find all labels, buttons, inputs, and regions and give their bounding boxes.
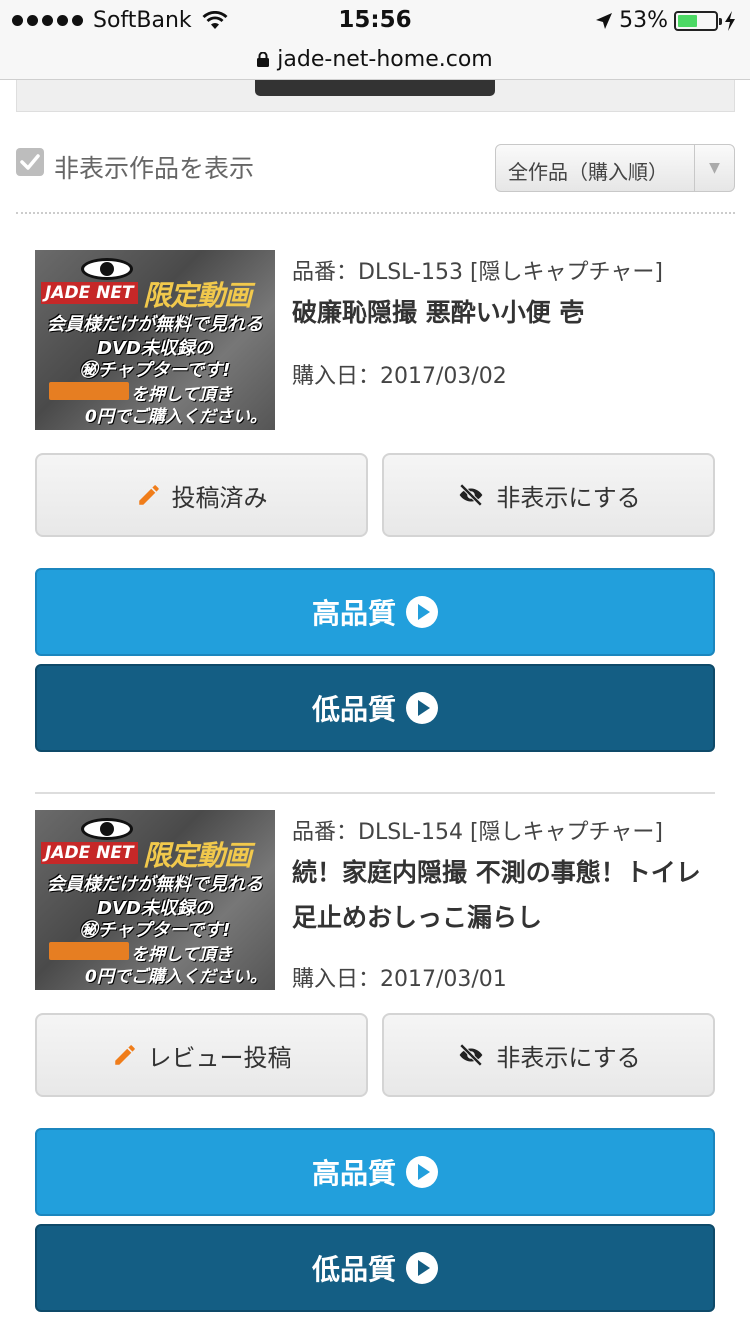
eye-slash-icon (460, 1043, 483, 1067)
battery-percent: 53% (619, 8, 668, 33)
show-hidden-label[interactable]: 非表示作品を表示 (54, 149, 254, 185)
thumb-brand: JADE NET (41, 282, 138, 304)
product-thumbnail[interactable]: JADE NET 限定動画 会員様だけが無料で見れる DVD未収録の ㊙チャプタ… (35, 810, 275, 990)
thumb-brand: JADE NET (41, 842, 138, 864)
divider (16, 212, 735, 214)
eye-logo-icon (81, 818, 133, 840)
high-quality-play-button[interactable]: 高品質 (35, 568, 715, 656)
hide-button[interactable]: 非表示にする (382, 453, 715, 537)
product-code: 品番：DLSL-154 [隠しキャプチャー] (292, 820, 663, 845)
thumb-line-1: 会員様だけが無料で見れる (47, 874, 263, 895)
product-thumbnail[interactable]: JADE NET 限定動画 会員様だけが無料で見れる DVD未収録の ㊙チャプタ… (35, 250, 275, 430)
product-title[interactable]: 続！家庭内隠撮 不測の事態！トイレ足止めおしっこ漏らし (292, 850, 712, 940)
low-quality-label: 低品質 (311, 1253, 396, 1286)
thumb-cart-badge (49, 942, 129, 960)
thumb-line-3: ㊙チャプターです! (79, 360, 231, 381)
high-quality-label: 高品質 (311, 1157, 396, 1190)
battery-level (678, 14, 698, 27)
product-title[interactable]: 破廉恥隠撮 悪酔い小便 壱 (292, 290, 712, 335)
sort-select[interactable]: 全作品（購入順） ▼ (495, 144, 735, 192)
hide-button-label: 非表示にする (496, 483, 641, 512)
url-bar[interactable]: jade-net-home.com (0, 40, 750, 80)
pencil-icon (138, 485, 159, 505)
review-button-label: レビュー投稿 (147, 1043, 292, 1072)
thumb-line-5: 0円でご購入ください。 (85, 967, 267, 987)
thumb-line-3: ㊙チャプターです! (79, 920, 231, 941)
low-quality-label: 低品質 (311, 693, 396, 726)
hide-button-label: 非表示にする (496, 1043, 641, 1072)
review-posted-button[interactable]: 投稿済み (35, 453, 368, 537)
battery-icon (674, 10, 722, 31)
header-tab[interactable] (255, 80, 495, 96)
eye-logo-icon (81, 258, 133, 280)
show-hidden-checkbox[interactable] (16, 148, 44, 176)
charging-bolt-icon (725, 10, 735, 31)
low-quality-play-button[interactable]: 低品質 (35, 1224, 715, 1312)
battery-info: 53% (595, 8, 736, 33)
eye-slash-icon (460, 483, 483, 507)
location-arrow-icon (596, 12, 613, 29)
high-quality-play-button[interactable]: 高品質 (35, 1128, 715, 1216)
low-quality-play-button[interactable]: 低品質 (35, 664, 715, 752)
play-icon (406, 596, 438, 628)
hide-button[interactable]: 非表示にする (382, 1013, 715, 1097)
check-icon (20, 154, 40, 170)
purchase-date: 購入日：2017/03/02 (292, 364, 507, 389)
thumb-cart-badge (49, 382, 129, 400)
thumb-line-1: 会員様だけが無料で見れる (47, 314, 263, 335)
status-bar: SoftBank 15:56 53% (0, 0, 750, 40)
filter-row: 非表示作品を表示 全作品（購入順） ▼ (16, 143, 735, 195)
thumb-gold-text: 限定動画 (143, 279, 252, 312)
play-icon (406, 692, 438, 724)
play-icon (406, 1252, 438, 1284)
lock-icon (257, 52, 270, 67)
purchase-date: 購入日：2017/03/01 (292, 967, 507, 992)
product-item: JADE NET 限定動画 会員様だけが無料で見れる DVD未収録の ㊙チャプタ… (35, 810, 715, 1315)
thumb-line-5: 0円でご購入ください。 (85, 407, 267, 427)
thumb-gold-text: 限定動画 (143, 839, 252, 872)
url-domain: jade-net-home.com (277, 47, 493, 72)
divider (35, 792, 715, 794)
product-item: JADE NET 限定動画 会員様だけが無料で見れる DVD未収録の ㊙チャプタ… (35, 250, 715, 755)
play-icon (406, 1156, 438, 1188)
pencil-icon (114, 1045, 135, 1065)
product-code: 品番：DLSL-153 [隠しキャプチャー] (292, 260, 663, 285)
sort-selected-value: 全作品（購入順） (508, 160, 668, 184)
review-button-label: 投稿済み (171, 483, 268, 512)
dropdown-arrow-icon: ▼ (694, 145, 734, 191)
high-quality-label: 高品質 (311, 597, 396, 630)
write-review-button[interactable]: レビュー投稿 (35, 1013, 368, 1097)
